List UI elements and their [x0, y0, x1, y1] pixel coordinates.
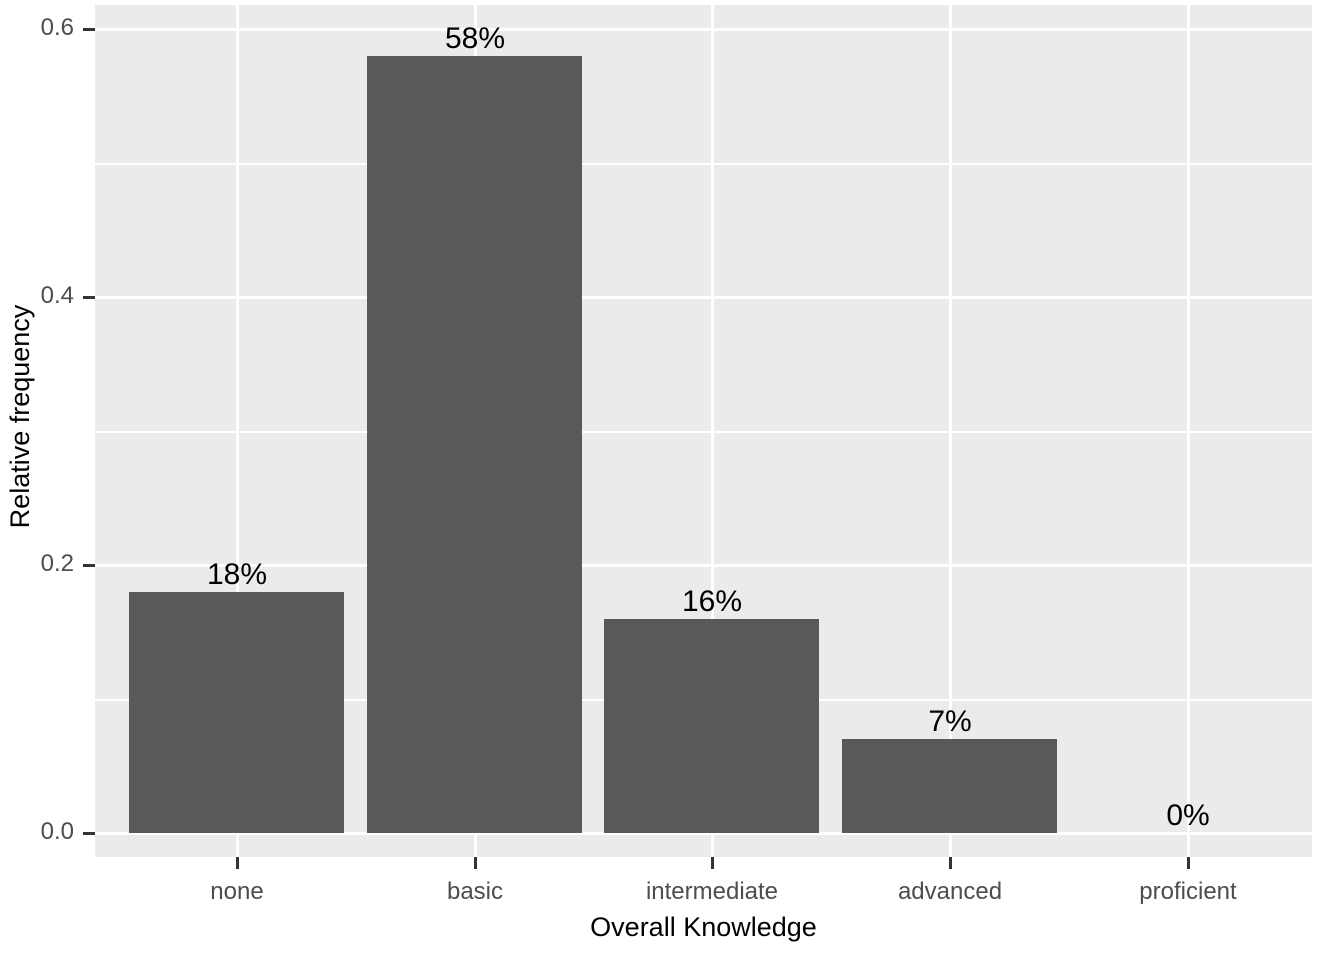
gridline-y-major-0.4 [95, 296, 1312, 299]
bar-label-advanced: 7% [928, 705, 972, 738]
x-tick-mark-advanced [949, 857, 952, 869]
x-tick-label-advanced: advanced [897, 878, 1003, 905]
bar-advanced[interactable] [842, 739, 1057, 833]
gridline-y-minor-0.5 [95, 163, 1312, 165]
bar-basic[interactable] [367, 56, 582, 833]
bar-intermediate[interactable] [604, 619, 819, 833]
y-tick-mark-0 [83, 832, 95, 835]
y-tick-label-3: 0.6 [40, 14, 74, 41]
bar-label-none: 18% [206, 558, 268, 591]
bar-none[interactable] [129, 592, 344, 833]
x-tick-label-basic: basic [446, 878, 504, 905]
y-tick-mark-1 [83, 564, 95, 567]
y-tick-mark-3 [83, 28, 95, 31]
y-tick-label-1: 0.2 [40, 550, 74, 577]
x-tick-mark-none [236, 857, 239, 869]
gridline-x-proficient [1187, 5, 1190, 857]
x-tick-label-intermediate: intermediate [645, 878, 779, 905]
plot-panel [95, 5, 1312, 857]
y-tick-label-2: 0.4 [40, 282, 74, 309]
y-axis-title: Relative frequency [5, 304, 35, 529]
x-axis-title: Overall Knowledge [590, 912, 817, 942]
x-tick-label-none: none [210, 878, 264, 905]
y-tick-mark-2 [83, 296, 95, 299]
gridline-y-minor-0.3 [95, 431, 1312, 433]
bar-label-proficient: 0% [1166, 799, 1210, 832]
y-tick-label-0: 0.0 [40, 818, 74, 845]
x-tick-mark-basic [474, 857, 477, 869]
gridline-y-major-0.6 [95, 28, 1312, 31]
bar-label-intermediate: 16% [681, 585, 743, 618]
x-tick-mark-proficient [1187, 857, 1190, 869]
x-tick-label-proficient: proficient [1139, 878, 1237, 905]
bar-label-basic: 58% [444, 22, 506, 55]
x-tick-mark-intermediate [711, 857, 714, 869]
bar-chart: Relative frequency 0.0 0.2 0.4 0.6 18% 5… [0, 0, 1344, 960]
